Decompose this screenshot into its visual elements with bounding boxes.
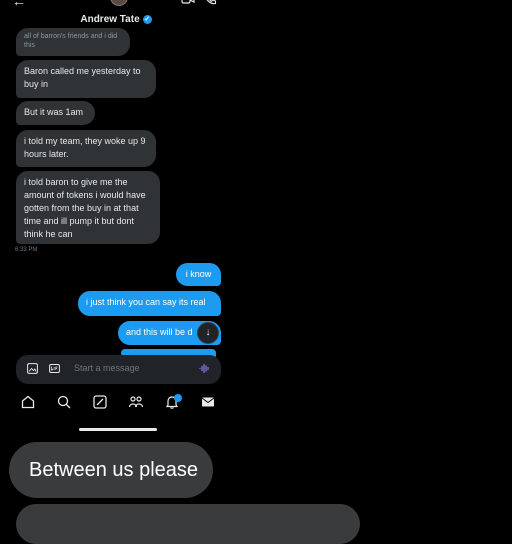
message-text: i told baron to give me the amount of to…	[24, 177, 146, 239]
message-bubble-incoming[interactable]: i told my team, they woke up 9 hours lat…	[16, 130, 156, 167]
message-bubble-incoming[interactable]: all of barron's friends and i did this	[16, 28, 130, 56]
search-icon[interactable]	[56, 394, 72, 410]
message-text: i told my team, they woke up 9 hours lat…	[24, 136, 146, 159]
message-text: i know	[185, 269, 212, 279]
message-composer[interactable]: Start a message	[16, 355, 221, 384]
overlay-message-bubble[interactable]: Between us please	[9, 442, 213, 498]
gif-icon[interactable]	[49, 363, 60, 374]
message-input[interactable]: Start a message	[74, 363, 140, 373]
message-bubble-outgoing[interactable]: i just think you can say its real	[78, 291, 221, 316]
verified-badge-icon: ✓	[142, 14, 152, 24]
message-text: i just think you can say its real	[86, 297, 206, 307]
image-icon[interactable]	[27, 363, 38, 374]
message-text: and this will be d	[126, 327, 193, 337]
overlay-message-text: Between us please	[29, 459, 199, 481]
communities-icon[interactable]	[128, 394, 144, 410]
message-text: all of barron's friends and i did this	[24, 33, 118, 49]
dm-screen: ← Andrew Tate ✓ all of barron's friends a…	[0, 0, 232, 440]
message-text: But it was 1am	[24, 107, 84, 117]
avatar[interactable]	[110, 0, 128, 6]
contact-name: Andrew Tate	[80, 14, 140, 25]
contact-title[interactable]: Andrew Tate ✓	[0, 14, 232, 25]
grok-icon[interactable]	[92, 394, 108, 410]
home-icon[interactable]	[20, 394, 36, 410]
voice-message-icon[interactable]	[199, 363, 210, 374]
message-bubble-outgoing[interactable]: i know	[176, 263, 221, 286]
phone-call-icon[interactable]	[203, 0, 217, 6]
message-bubble-incoming[interactable]: But it was 1am	[16, 101, 95, 125]
message-text: Baron called me yesterday to buy in	[24, 66, 141, 89]
overlay-message-bubble-partial[interactable]	[16, 504, 360, 544]
video-call-icon[interactable]	[181, 0, 195, 6]
home-indicator-bar[interactable]	[79, 428, 157, 431]
message-bubble-incoming[interactable]: Baron called me yesterday to buy in	[16, 60, 156, 98]
back-arrow-icon[interactable]: ←	[12, 0, 26, 9]
bottom-nav	[0, 392, 232, 414]
message-bubble-incoming[interactable]: i told baron to give me the amount of to…	[16, 171, 160, 244]
message-timestamp: 6:33 PM	[15, 247, 38, 253]
messages-envelope-icon[interactable]	[200, 394, 216, 410]
notification-badge	[174, 394, 182, 402]
scroll-down-arrow-icon[interactable]: ↓	[197, 322, 219, 344]
